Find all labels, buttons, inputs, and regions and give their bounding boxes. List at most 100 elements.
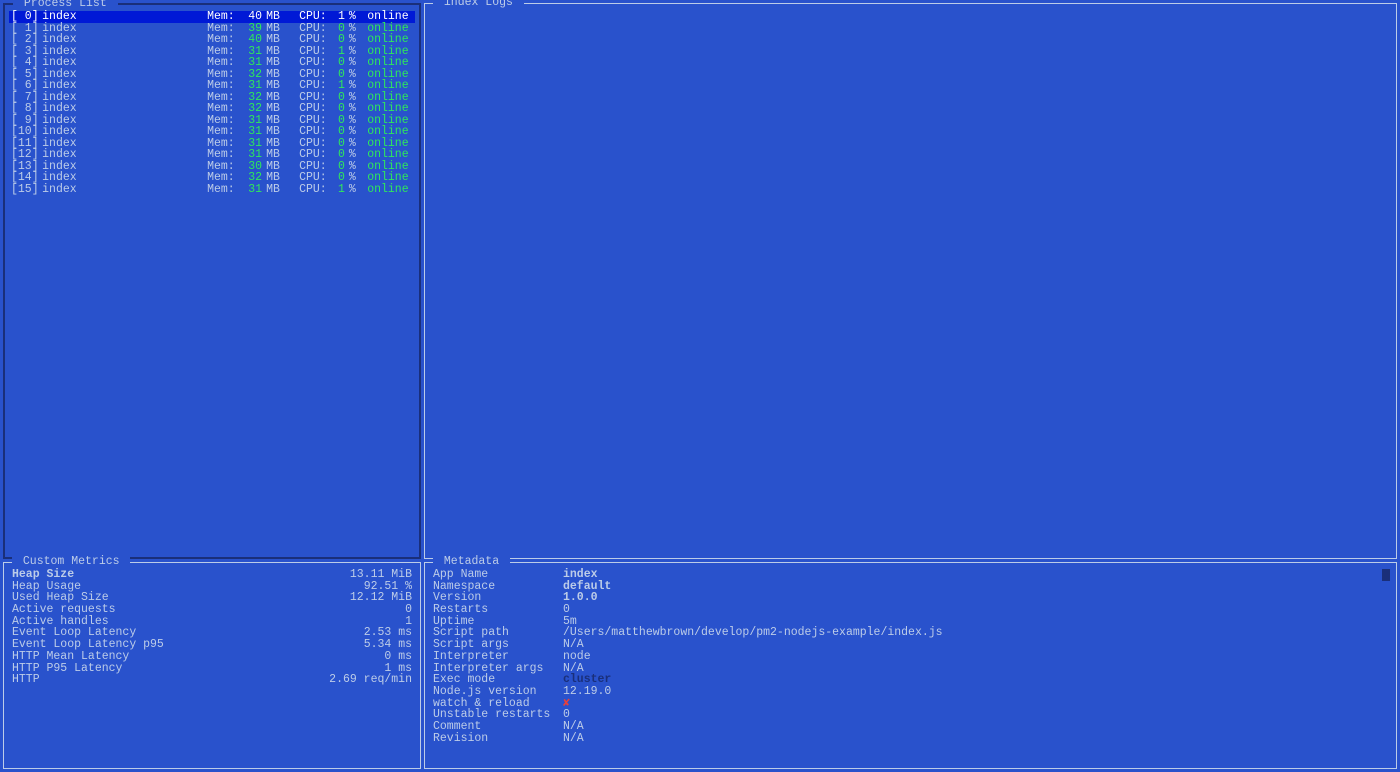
mem-unit: MB — [262, 80, 299, 92]
metadata-label: App Name — [433, 569, 563, 581]
mem-value: 31 — [238, 126, 262, 138]
cpu-unit: % — [345, 103, 367, 115]
metric-value: 5.34 ms — [212, 639, 412, 651]
mem-unit: MB — [262, 11, 299, 23]
logs-panel[interactable]: index Logs — [424, 3, 1397, 559]
mem-value: 31 — [238, 184, 262, 196]
process-row[interactable]: [15]indexMem:31MBCPU:1%online — [9, 184, 415, 196]
metric-value: 0 ms — [212, 651, 412, 663]
process-id: [ 8] — [11, 103, 42, 115]
process-name: index — [42, 34, 207, 46]
process-row[interactable]: [14]indexMem:32MBCPU:0%online — [9, 172, 415, 184]
process-id: [ 4] — [11, 57, 42, 69]
process-row[interactable]: [ 6]indexMem:31MBCPU:1%online — [9, 80, 415, 92]
metric-row[interactable]: HTTP2.69 req/min — [8, 674, 416, 686]
cpu-unit: % — [345, 80, 367, 92]
metric-value: 0 — [212, 604, 412, 616]
metadata-value: 0 — [563, 709, 1388, 721]
cpu-value: 0 — [330, 34, 345, 46]
process-name: index — [42, 57, 207, 69]
process-row[interactable]: [12]indexMem:31MBCPU:0%online — [9, 149, 415, 161]
metrics-body[interactable]: Heap Size13.11 MiBHeap Usage92.51 %Used … — [4, 563, 420, 768]
process-status: online — [367, 184, 413, 196]
metadata-label: Interpreter — [433, 651, 563, 663]
process-name: index — [42, 11, 207, 23]
cpu-label: CPU: — [299, 34, 330, 46]
process-id: [ 2] — [11, 34, 42, 46]
metadata-value: /Users/matthewbrown/develop/pm2-nodejs-e… — [563, 627, 1388, 639]
cpu-value: 0 — [330, 172, 345, 184]
metadata-value: N/A — [563, 733, 1388, 745]
process-id: [14] — [11, 172, 42, 184]
cpu-label: CPU: — [299, 11, 330, 23]
mem-unit: MB — [262, 149, 299, 161]
cpu-value: 0 — [330, 57, 345, 69]
cpu-value: 1 — [330, 11, 345, 23]
process-id: [15] — [11, 184, 42, 196]
metadata-label: Revision — [433, 733, 563, 745]
mem-label: Mem: — [207, 149, 238, 161]
metric-label: Heap Size — [12, 569, 212, 581]
metric-row[interactable]: HTTP Mean Latency0 ms — [8, 651, 416, 663]
metadata-row[interactable]: RevisionN/A — [429, 733, 1392, 745]
metric-label: HTTP P95 Latency — [12, 663, 212, 675]
metric-value: 12.12 MiB — [212, 592, 412, 604]
process-row[interactable]: [ 0]indexMem:40MBCPU:1%online — [9, 11, 415, 23]
cpu-unit: % — [345, 149, 367, 161]
process-row[interactable]: [10]indexMem:31MBCPU:0%online — [9, 126, 415, 138]
cpu-unit: % — [345, 126, 367, 138]
mem-label: Mem: — [207, 57, 238, 69]
metadata-row[interactable]: Restarts0 — [429, 604, 1392, 616]
cpu-label: CPU: — [299, 172, 330, 184]
process-name: index — [42, 184, 207, 196]
metadata-row[interactable]: watch & reload✘ — [429, 698, 1392, 710]
logs-body[interactable] — [425, 4, 1396, 558]
metadata-panel[interactable]: Metadata App NameindexNamespacedefaultVe… — [424, 562, 1397, 769]
metadata-row[interactable]: CommentN/A — [429, 721, 1392, 733]
process-status: online — [367, 80, 413, 92]
metadata-label: Node.js version — [433, 686, 563, 698]
cpu-label: CPU: — [299, 80, 330, 92]
process-status: online — [367, 34, 413, 46]
metric-label: HTTP — [12, 674, 212, 686]
metadata-value: index — [563, 569, 1388, 581]
mem-value: 32 — [238, 172, 262, 184]
process-id: [10] — [11, 126, 42, 138]
metric-value: 13.11 MiB — [212, 569, 412, 581]
metadata-value: node — [563, 651, 1388, 663]
mem-unit: MB — [262, 172, 299, 184]
metadata-row[interactable]: Node.js version12.19.0 — [429, 686, 1392, 698]
mem-label: Mem: — [207, 184, 238, 196]
process-row[interactable]: [ 4]indexMem:31MBCPU:0%online — [9, 57, 415, 69]
metric-label: Active requests — [12, 604, 212, 616]
metadata-value: cluster — [563, 674, 1388, 686]
metadata-row[interactable]: Version1.0.0 — [429, 592, 1392, 604]
metadata-row[interactable]: App Nameindex — [429, 569, 1392, 581]
logs-title: index Logs — [433, 0, 524, 9]
mem-value: 40 — [238, 11, 262, 23]
metadata-body[interactable]: App NameindexNamespacedefaultVersion1.0.… — [425, 563, 1396, 768]
cpu-label: CPU: — [299, 57, 330, 69]
process-list-panel[interactable]: Process List [ 0]indexMem:40MBCPU:1%onli… — [3, 3, 421, 559]
cpu-unit: % — [345, 172, 367, 184]
metadata-value: default — [563, 581, 1388, 593]
mem-value: 32 — [238, 103, 262, 115]
process-list-body[interactable]: [ 0]indexMem:40MBCPU:1%online[ 1]indexMe… — [5, 5, 419, 557]
custom-metrics-panel[interactable]: Custom Metrics Heap Size13.11 MiBHeap Us… — [3, 562, 421, 769]
process-status: online — [367, 103, 413, 115]
process-status: online — [367, 172, 413, 184]
cursor-block — [1382, 569, 1390, 581]
metadata-row[interactable]: Interpreternode — [429, 651, 1392, 663]
cpu-label: CPU: — [299, 149, 330, 161]
metric-row[interactable]: Active requests0 — [8, 604, 416, 616]
metric-row[interactable]: Heap Size13.11 MiB — [8, 569, 416, 581]
metric-label: HTTP Mean Latency — [12, 651, 212, 663]
process-name: index — [42, 80, 207, 92]
metadata-value: 1.0.0 — [563, 592, 1388, 604]
process-row[interactable]: [ 8]indexMem:32MBCPU:0%online — [9, 103, 415, 115]
process-row[interactable]: [ 2]indexMem:40MBCPU:0%online — [9, 34, 415, 46]
metric-value: 2.69 req/min — [212, 674, 412, 686]
mem-value: 31 — [238, 57, 262, 69]
process-id: [ 6] — [11, 80, 42, 92]
mem-unit: MB — [262, 184, 299, 196]
